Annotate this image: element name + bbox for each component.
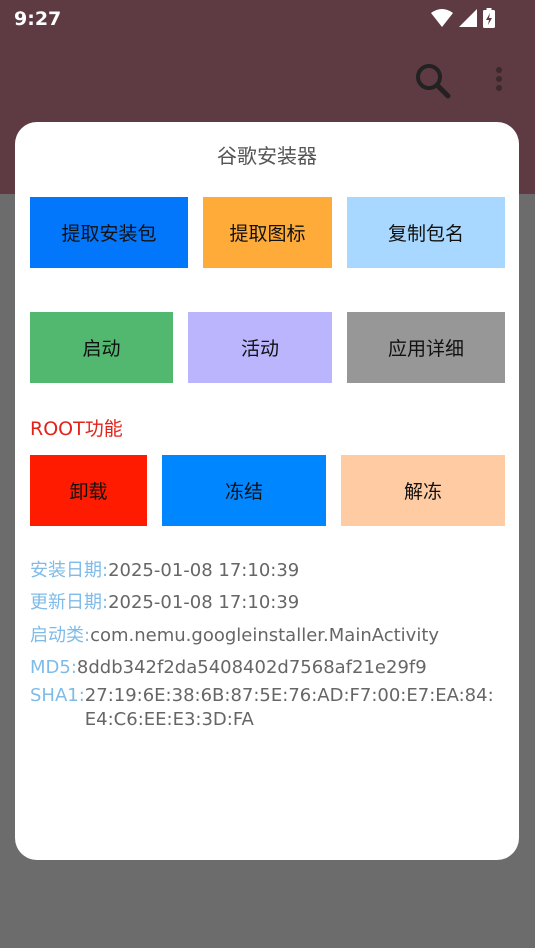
launch-button[interactable]: 启动 <box>30 312 173 383</box>
launch-class-line: 启动类:com.nemu.googleinstaller.MainActivit… <box>30 624 439 648</box>
extract-icon-button[interactable]: 提取图标 <box>203 197 332 268</box>
more-options-icon[interactable] <box>494 66 504 98</box>
md5-line: MD5:8ddb342f2da5408402d7568af21e29f9 <box>30 656 427 680</box>
dialog-title: 谷歌安装器 <box>217 144 317 168</box>
md5-value: 8ddb342f2da5408402d7568af21e29f9 <box>76 657 427 678</box>
sha1-value: 27:19:6E:38:6B:87:5E:76:AD:F7:00:E7:EA:8… <box>84 685 494 730</box>
copy-package-name-button[interactable]: 复制包名 <box>347 197 505 268</box>
app-actions-dialog: 谷歌安装器 提取安装包 提取图标 复制包名 启动 活动 应用详细 ROOT功能 … <box>15 122 519 860</box>
root-functions-label: ROOT功能 <box>30 418 123 440</box>
activity-button[interactable]: 活动 <box>188 312 332 383</box>
unfreeze-button[interactable]: 解冻 <box>341 455 505 526</box>
sha1-key: SHA1: <box>30 685 85 706</box>
app-details-button[interactable]: 应用详细 <box>347 312 505 383</box>
extract-apk-button[interactable]: 提取安装包 <box>30 197 188 268</box>
launch-class-value: com.nemu.googleinstaller.MainActivity <box>90 625 440 646</box>
battery-charging-icon <box>483 8 495 28</box>
update-date-value: 2025-01-08 17:10:39 <box>108 592 300 613</box>
update-date-key: 更新日期: <box>30 592 109 613</box>
install-date-key: 安装日期: <box>30 560 109 581</box>
status-time: 9:27 <box>14 8 62 30</box>
wifi-icon <box>431 9 453 27</box>
sha1-line: SHA1: 27:19:6E:38:6B:87:5E:76:AD:F7:00:E7… <box>30 684 505 732</box>
install-date-value: 2025-01-08 17:10:39 <box>108 560 300 581</box>
status-icons <box>431 8 495 28</box>
signal-icon <box>459 9 477 27</box>
launch-class-key: 启动类: <box>30 625 91 646</box>
status-bar: 9:27 <box>0 0 535 40</box>
update-date-line: 更新日期:2025-01-08 17:10:39 <box>30 591 299 615</box>
md5-key: MD5: <box>30 657 77 678</box>
install-date-line: 安装日期:2025-01-08 17:10:39 <box>30 559 299 583</box>
uninstall-button[interactable]: 卸载 <box>30 455 147 526</box>
search-icon[interactable] <box>414 62 452 104</box>
freeze-button[interactable]: 冻结 <box>162 455 326 526</box>
